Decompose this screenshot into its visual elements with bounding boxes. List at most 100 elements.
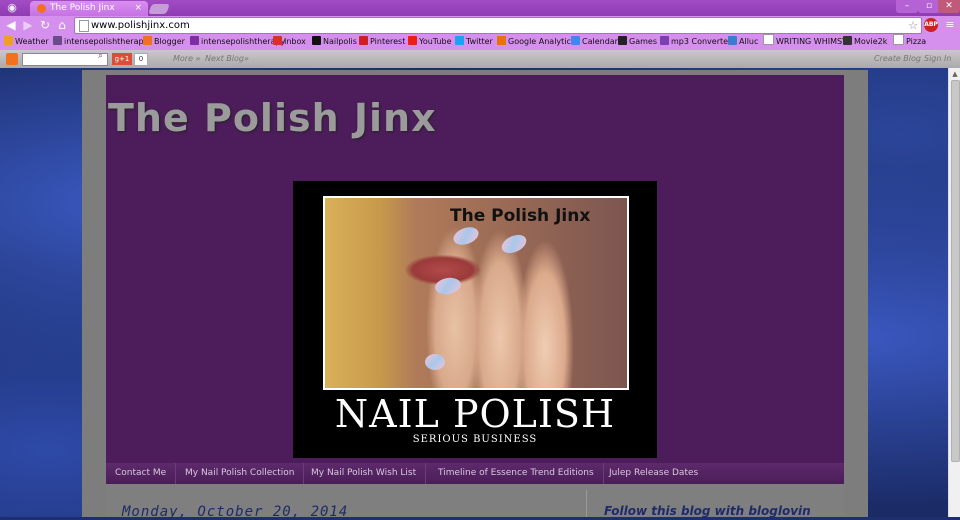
analytics-icon	[497, 36, 506, 45]
bookmark-item[interactable]: Blogger	[143, 34, 185, 50]
bookmark-label: Weather	[15, 37, 49, 46]
youtube-icon	[408, 36, 417, 45]
bookmark-item[interactable]: WRITING WHIMSY	[763, 34, 847, 50]
page-scrollbar[interactable]: ▲	[948, 68, 960, 517]
bookmark-item[interactable]: Inbox	[273, 34, 306, 50]
bookmarks-bar: Weather intensepolishtherap... Blogger inte…	[0, 34, 960, 50]
calendar-icon	[571, 36, 580, 45]
address-bar[interactable]: www.polishjinx.com ☆	[74, 17, 922, 34]
scroll-up-arrow-icon[interactable]: ▲	[949, 68, 960, 80]
bookmark-label: Pizza	[906, 37, 927, 46]
bookmark-star-icon[interactable]: ☆	[908, 18, 918, 33]
bookmark-label: Nailpolis	[323, 37, 357, 46]
blog-search-input[interactable]	[22, 53, 108, 66]
create-blog-link[interactable]: Create Blog	[874, 52, 921, 66]
bookmark-label: mp3 Converter	[671, 37, 732, 46]
url-text: www.polishjinx.com	[91, 20, 190, 31]
bookmark-item[interactable]: Nailpolis	[312, 34, 357, 50]
nail-decoration	[451, 224, 481, 248]
bookmark-item[interactable]: intensepolishtherap...	[53, 34, 151, 50]
photo-icon	[53, 36, 62, 45]
gmail-icon	[273, 36, 282, 45]
tab-nail-polish-collection[interactable]: My Nail Polish Collection	[176, 463, 305, 484]
new-tab-button[interactable]	[148, 4, 170, 14]
bookmark-item[interactable]: Weather	[4, 34, 49, 50]
blog-title[interactable]: The Polish Jinx	[108, 96, 437, 140]
adblock-icon[interactable]: ABP	[924, 18, 938, 32]
forward-arrow-icon[interactable]: ▶	[20, 17, 36, 33]
bookmark-label: Games	[629, 37, 657, 46]
tab-nail-polish-wish-list[interactable]: My Nail Polish Wish List	[302, 463, 427, 484]
home-icon[interactable]: ⌂	[54, 17, 70, 33]
minimize-button[interactable]: –	[896, 0, 918, 13]
nail-decoration	[498, 231, 530, 257]
reload-icon[interactable]: ↻	[37, 17, 53, 33]
banner-subtitle: SERIOUS BUSINESS	[412, 434, 538, 445]
bookmark-item[interactable]: Games	[618, 34, 657, 50]
bookmark-label: Movie2k	[854, 37, 888, 46]
bookmark-label: Inbox	[284, 37, 306, 46]
tab-essence-timeline[interactable]: Timeline of Essence Trend Editions	[429, 463, 604, 484]
bloglovin-follow-title: Follow this blog with bloglovin	[604, 504, 811, 518]
search-icon[interactable]: ⌕	[98, 51, 103, 61]
weather-icon	[4, 36, 13, 45]
page-icon	[79, 20, 89, 32]
bookmark-item[interactable]: mp3 Converter	[660, 34, 731, 50]
games-icon	[618, 36, 627, 45]
browser-toolbar: ◀ ▶ ↻ ⌂ www.polishjinx.com ☆	[0, 16, 960, 34]
sidebar-divider	[586, 490, 587, 517]
incognito-icon: ◉	[7, 1, 17, 14]
nailpolis-icon	[312, 36, 321, 45]
more-link[interactable]: More »	[173, 52, 201, 66]
bookmark-item[interactable]: Pizza	[893, 34, 926, 50]
blogger-logo-icon[interactable]	[6, 53, 18, 65]
back-arrow-icon[interactable]: ◀	[3, 17, 19, 33]
mp3-icon	[660, 36, 669, 45]
nail-decoration	[433, 275, 463, 297]
browser-menu-icon[interactable]: ≡	[944, 18, 956, 32]
alluc-icon	[728, 36, 737, 45]
bookmark-label: Pinterest	[370, 37, 406, 46]
bookmark-label: Twitter	[466, 37, 493, 46]
bookmark-item[interactable]: Pinterest	[359, 34, 405, 50]
bookmark-item[interactable]: Calendar	[571, 34, 618, 50]
bookmark-label: Blogger	[154, 37, 185, 46]
banner-caption: The Polish Jinx	[450, 206, 591, 226]
twitter-icon	[455, 36, 464, 45]
page-icon	[763, 34, 774, 45]
movie2k-icon	[843, 36, 852, 45]
bookmark-label: WRITING WHIMSY	[776, 37, 847, 46]
bookmark-label: Calendar	[582, 37, 618, 46]
nail-decoration	[425, 354, 445, 370]
gplus-button[interactable]: g+1	[112, 53, 132, 65]
tab-contact-me[interactable]: Contact Me	[106, 463, 177, 484]
blogger-favicon-icon	[37, 4, 46, 13]
gplus-count: 0	[134, 53, 148, 66]
restore-button[interactable]: ▫	[918, 0, 940, 13]
bookmark-label: Google Analytics	[508, 37, 576, 46]
next-blog-link[interactable]: Next Blog»	[205, 52, 249, 66]
bookmark-item[interactable]: Alluc	[728, 34, 758, 50]
close-window-button[interactable]: ✕	[938, 0, 960, 13]
bookmark-item[interactable]: intensepolishtherapy	[190, 34, 285, 50]
bookmark-item[interactable]: Movie2k	[843, 34, 887, 50]
bookmark-label: intensepolishtherap...	[64, 37, 152, 46]
post-date-header: Monday, October 20, 2014	[122, 504, 349, 520]
browser-tab-active[interactable]: The Polish Jinx ×	[30, 1, 148, 16]
bookmark-item[interactable]: Twitter	[455, 34, 493, 50]
scroll-thumb[interactable]	[951, 80, 960, 462]
tab-julep-release-dates[interactable]: Julep Release Dates	[600, 463, 707, 484]
banner-title: NAIL POLISH	[334, 392, 616, 436]
tab-title: The Polish Jinx	[50, 3, 115, 13]
polish-icon	[190, 36, 199, 45]
bookmark-item[interactable]: Google Analytics	[497, 34, 575, 50]
bookmark-label: Alluc	[739, 37, 759, 46]
bookmark-item[interactable]: YouTube	[408, 34, 452, 50]
pinterest-icon	[359, 36, 368, 45]
browser-titlebar: ◉ The Polish Jinx × – ▫ ✕	[0, 0, 960, 16]
blogger-icon	[143, 36, 152, 45]
sign-in-link[interactable]: Sign In	[924, 52, 951, 66]
tab-close-icon[interactable]: ×	[134, 2, 142, 15]
bookmark-label: YouTube	[419, 37, 452, 46]
blogger-navbar: ⌕ g+1 0 More » Next Blog» Create Blog Si…	[0, 50, 960, 68]
